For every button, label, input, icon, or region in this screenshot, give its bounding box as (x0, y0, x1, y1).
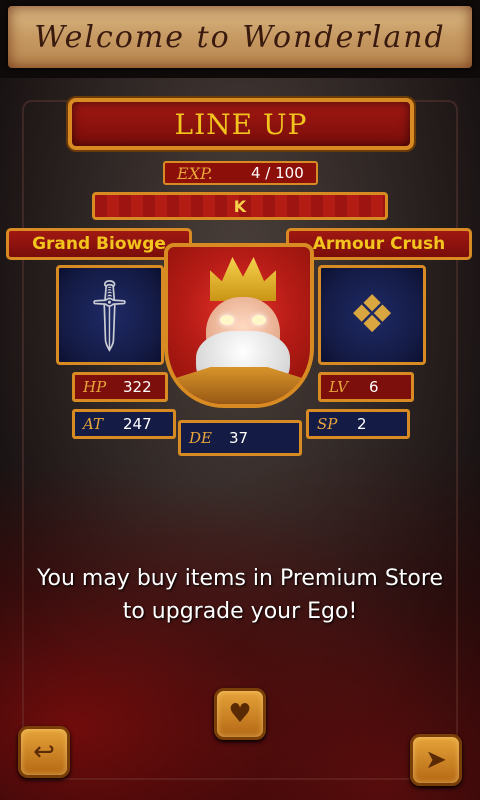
next-button[interactable]: ➤ (410, 734, 462, 786)
stat-at-value: 247 (123, 415, 152, 433)
premium-store-button[interactable]: ♥ (214, 688, 266, 740)
store-message: You may buy items in Premium Store to up… (0, 562, 480, 628)
weapon-slot[interactable]: 🗡 (56, 265, 164, 365)
exp-bar: EXP. 4 / 100 (163, 161, 318, 185)
armour-icon: ❖ (348, 285, 396, 345)
stat-de-label: DE (189, 429, 212, 447)
character-name-bar: K (92, 192, 388, 220)
store-message-line-2: to upgrade your Ego! (122, 599, 358, 624)
stat-lv: LV 6 (318, 372, 414, 402)
stat-at: AT 247 (72, 409, 176, 439)
character-portrait[interactable] (164, 243, 314, 408)
crown-icon (210, 257, 276, 301)
sword-icon: 🗡 (65, 270, 155, 360)
stat-de: DE 37 (178, 420, 302, 456)
stat-lv-label: LV (329, 378, 349, 396)
stat-lv-value: 6 (369, 378, 379, 396)
stat-sp-label: SP (317, 415, 338, 433)
cart-heart-icon: ♥ (228, 699, 252, 729)
stat-sp-value: 2 (357, 415, 367, 433)
king-robe (168, 367, 310, 404)
character-name: K (233, 196, 247, 216)
store-message-line-1: You may buy items in Premium Store (36, 566, 443, 591)
stat-at-label: AT (83, 415, 104, 433)
stat-sp: SP 2 (306, 409, 410, 439)
exp-value: 4 / 100 (251, 164, 304, 182)
stat-hp-label: HP (83, 378, 107, 396)
right-eye (252, 315, 266, 325)
banner-title: Welcome to Wonderland (34, 19, 446, 55)
next-icon: ➤ (425, 745, 447, 775)
left-eye (220, 315, 234, 325)
back-arrow-icon: ↩ (33, 737, 55, 767)
welcome-banner: Welcome to Wonderland (8, 6, 472, 68)
back-button[interactable]: ↩ (18, 726, 70, 778)
stat-hp-value: 322 (123, 378, 152, 396)
exp-label: EXP. (177, 163, 213, 183)
stat-hp: HP 322 (72, 372, 168, 402)
lineup-title: LINE UP (174, 107, 308, 141)
armour-slot[interactable]: ❖ (318, 265, 426, 365)
lineup-plaque: LINE UP (68, 98, 414, 150)
stat-de-value: 37 (229, 429, 249, 447)
top-bar: Welcome to Wonderland (0, 0, 480, 78)
